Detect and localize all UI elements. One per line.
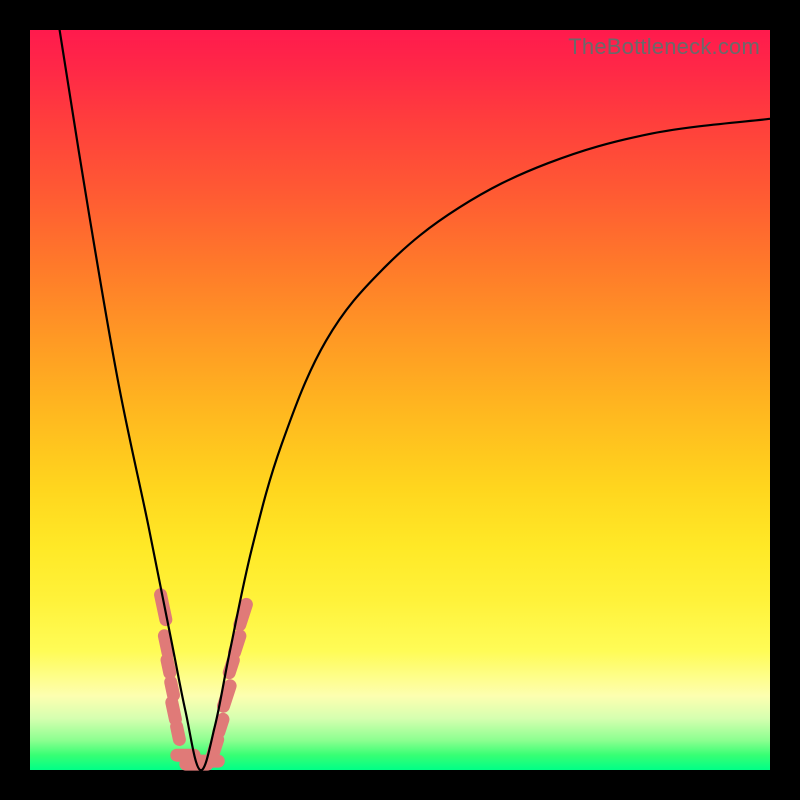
chart-svg bbox=[30, 30, 770, 770]
cluster-marker bbox=[169, 719, 187, 747]
plot-area: TheBottleneck.com bbox=[30, 30, 770, 770]
cluster-marker bbox=[211, 711, 231, 740]
chart-frame: TheBottleneck.com bbox=[0, 0, 800, 800]
cluster-marker bbox=[153, 587, 174, 627]
cluster-group bbox=[153, 587, 255, 771]
